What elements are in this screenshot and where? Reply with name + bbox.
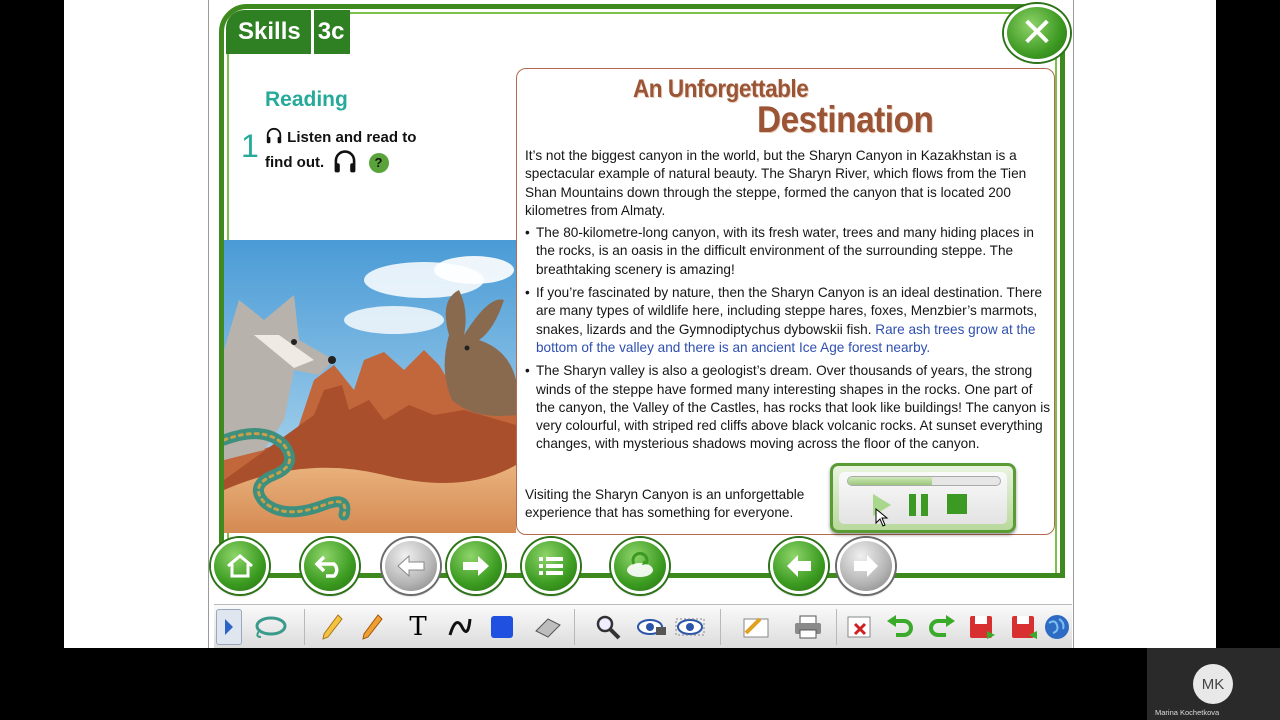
instruction-line1: Listen and read to xyxy=(287,129,417,146)
next-page-icon xyxy=(854,555,878,577)
highlighter-tool[interactable] xyxy=(354,609,390,645)
eye-icon xyxy=(637,619,666,635)
pen-tool[interactable] xyxy=(314,609,350,645)
magnifier-icon xyxy=(596,615,621,640)
back-button[interactable] xyxy=(301,538,359,594)
eraser-icon xyxy=(535,618,561,638)
prev-page-icon xyxy=(787,555,811,577)
text-t-icon: T xyxy=(409,612,427,642)
article-bullet-1: The 80-kilometre-long canyon, with its f… xyxy=(525,224,1051,279)
close-button[interactable]: ✕ xyxy=(1004,4,1070,62)
toolbar-toggle-button[interactable] xyxy=(216,609,242,645)
curve-icon xyxy=(448,618,472,636)
participant-name: Marina Kochetkova xyxy=(1155,708,1220,717)
highlighter-icon xyxy=(362,614,383,640)
delete-icon xyxy=(847,616,871,638)
annotation-toolbar: T xyxy=(214,604,1072,648)
canyon-wildlife-photo xyxy=(224,240,516,533)
curve-tool[interactable] xyxy=(442,609,478,645)
ebook-window: Skills 3c ✕ Reading 1 Listen and read to… xyxy=(208,0,1074,648)
list-icon xyxy=(539,557,563,575)
note-tool[interactable] xyxy=(738,609,774,645)
close-icon: ✕ xyxy=(1020,10,1054,56)
audio-player xyxy=(830,463,1016,533)
article-body: It’s not the biggest canyon in the world… xyxy=(525,147,1051,459)
home-icon xyxy=(227,554,253,578)
prev-button[interactable] xyxy=(382,538,440,594)
next-button[interactable] xyxy=(447,538,505,594)
skills-label: Skills xyxy=(226,10,311,54)
text-tool[interactable]: T xyxy=(400,609,436,645)
home-button[interactable] xyxy=(211,538,269,594)
save-button[interactable] xyxy=(964,609,1000,645)
headphones-icon[interactable] xyxy=(265,127,283,145)
reveal-tool[interactable] xyxy=(634,609,670,645)
pencil-icon xyxy=(322,614,343,640)
pause-icon[interactable] xyxy=(909,494,929,516)
blue-square-icon xyxy=(491,616,513,638)
mouse-cursor-icon xyxy=(875,508,889,527)
article-panel: An Unforgettable Destination It’s not th… xyxy=(516,68,1055,535)
undo-icon xyxy=(887,615,913,637)
audio-progress-bar[interactable] xyxy=(847,476,1001,486)
undo-button[interactable] xyxy=(882,609,918,645)
exercise-instruction: Listen and read to find out. ? xyxy=(265,127,465,175)
redo-button[interactable] xyxy=(924,609,960,645)
article-bullet-3: The Sharyn valley is also a geologist’s … xyxy=(525,362,1051,453)
audio-headphones-icon[interactable] xyxy=(332,149,358,175)
article-title-line2: Destination xyxy=(757,99,934,140)
skills-tab: Skills 3c xyxy=(226,10,351,54)
load-button[interactable] xyxy=(1006,609,1042,645)
back-icon xyxy=(314,555,339,578)
refresh-icon xyxy=(627,552,653,577)
web-button[interactable] xyxy=(1042,609,1072,645)
exercise-number: 1 xyxy=(241,128,259,164)
prev-page-button[interactable] xyxy=(770,538,828,594)
participant-tile[interactable]: MK Marina Kochetkova xyxy=(1147,648,1280,720)
zoom-tool[interactable] xyxy=(590,609,626,645)
printer-icon xyxy=(795,615,821,639)
avatar: MK xyxy=(1193,664,1233,704)
lasso-tool[interactable] xyxy=(252,609,288,645)
clear-button[interactable] xyxy=(842,609,878,645)
reset-button[interactable] xyxy=(611,538,669,594)
print-button[interactable] xyxy=(790,609,826,645)
article-closing: Visiting the Sharyn Canyon is an unforge… xyxy=(525,487,805,521)
shape-tool[interactable] xyxy=(484,609,520,645)
eye-mask-icon xyxy=(675,618,705,636)
screen: Skills 3c ✕ Reading 1 Listen and read to… xyxy=(0,0,1280,720)
arrow-right-icon xyxy=(463,556,489,576)
arrow-left-icon xyxy=(397,554,425,578)
article-bullet-2: If you’re fascinated by nature, then the… xyxy=(525,284,1051,357)
section-title: Reading xyxy=(265,88,348,111)
next-page-button[interactable] xyxy=(837,538,895,594)
instruction-line2: find out. xyxy=(265,154,325,171)
eraser-tool[interactable] xyxy=(530,609,566,645)
audio-progress-fill xyxy=(848,477,932,485)
unit-label: 3c xyxy=(313,10,351,54)
article-intro: It’s not the biggest canyon in the world… xyxy=(525,148,1027,218)
lasso-icon xyxy=(255,616,287,638)
load-disk-icon xyxy=(1012,616,1037,639)
stop-icon[interactable] xyxy=(947,494,967,514)
redo-icon xyxy=(929,615,955,637)
mask-tool[interactable] xyxy=(672,609,708,645)
expand-arrow-icon xyxy=(225,619,233,635)
globe-icon xyxy=(1045,615,1069,639)
help-button[interactable]: ? xyxy=(368,153,389,173)
contents-button[interactable] xyxy=(522,538,580,594)
note-pencil-icon xyxy=(743,617,769,638)
save-disk-icon xyxy=(970,616,995,639)
